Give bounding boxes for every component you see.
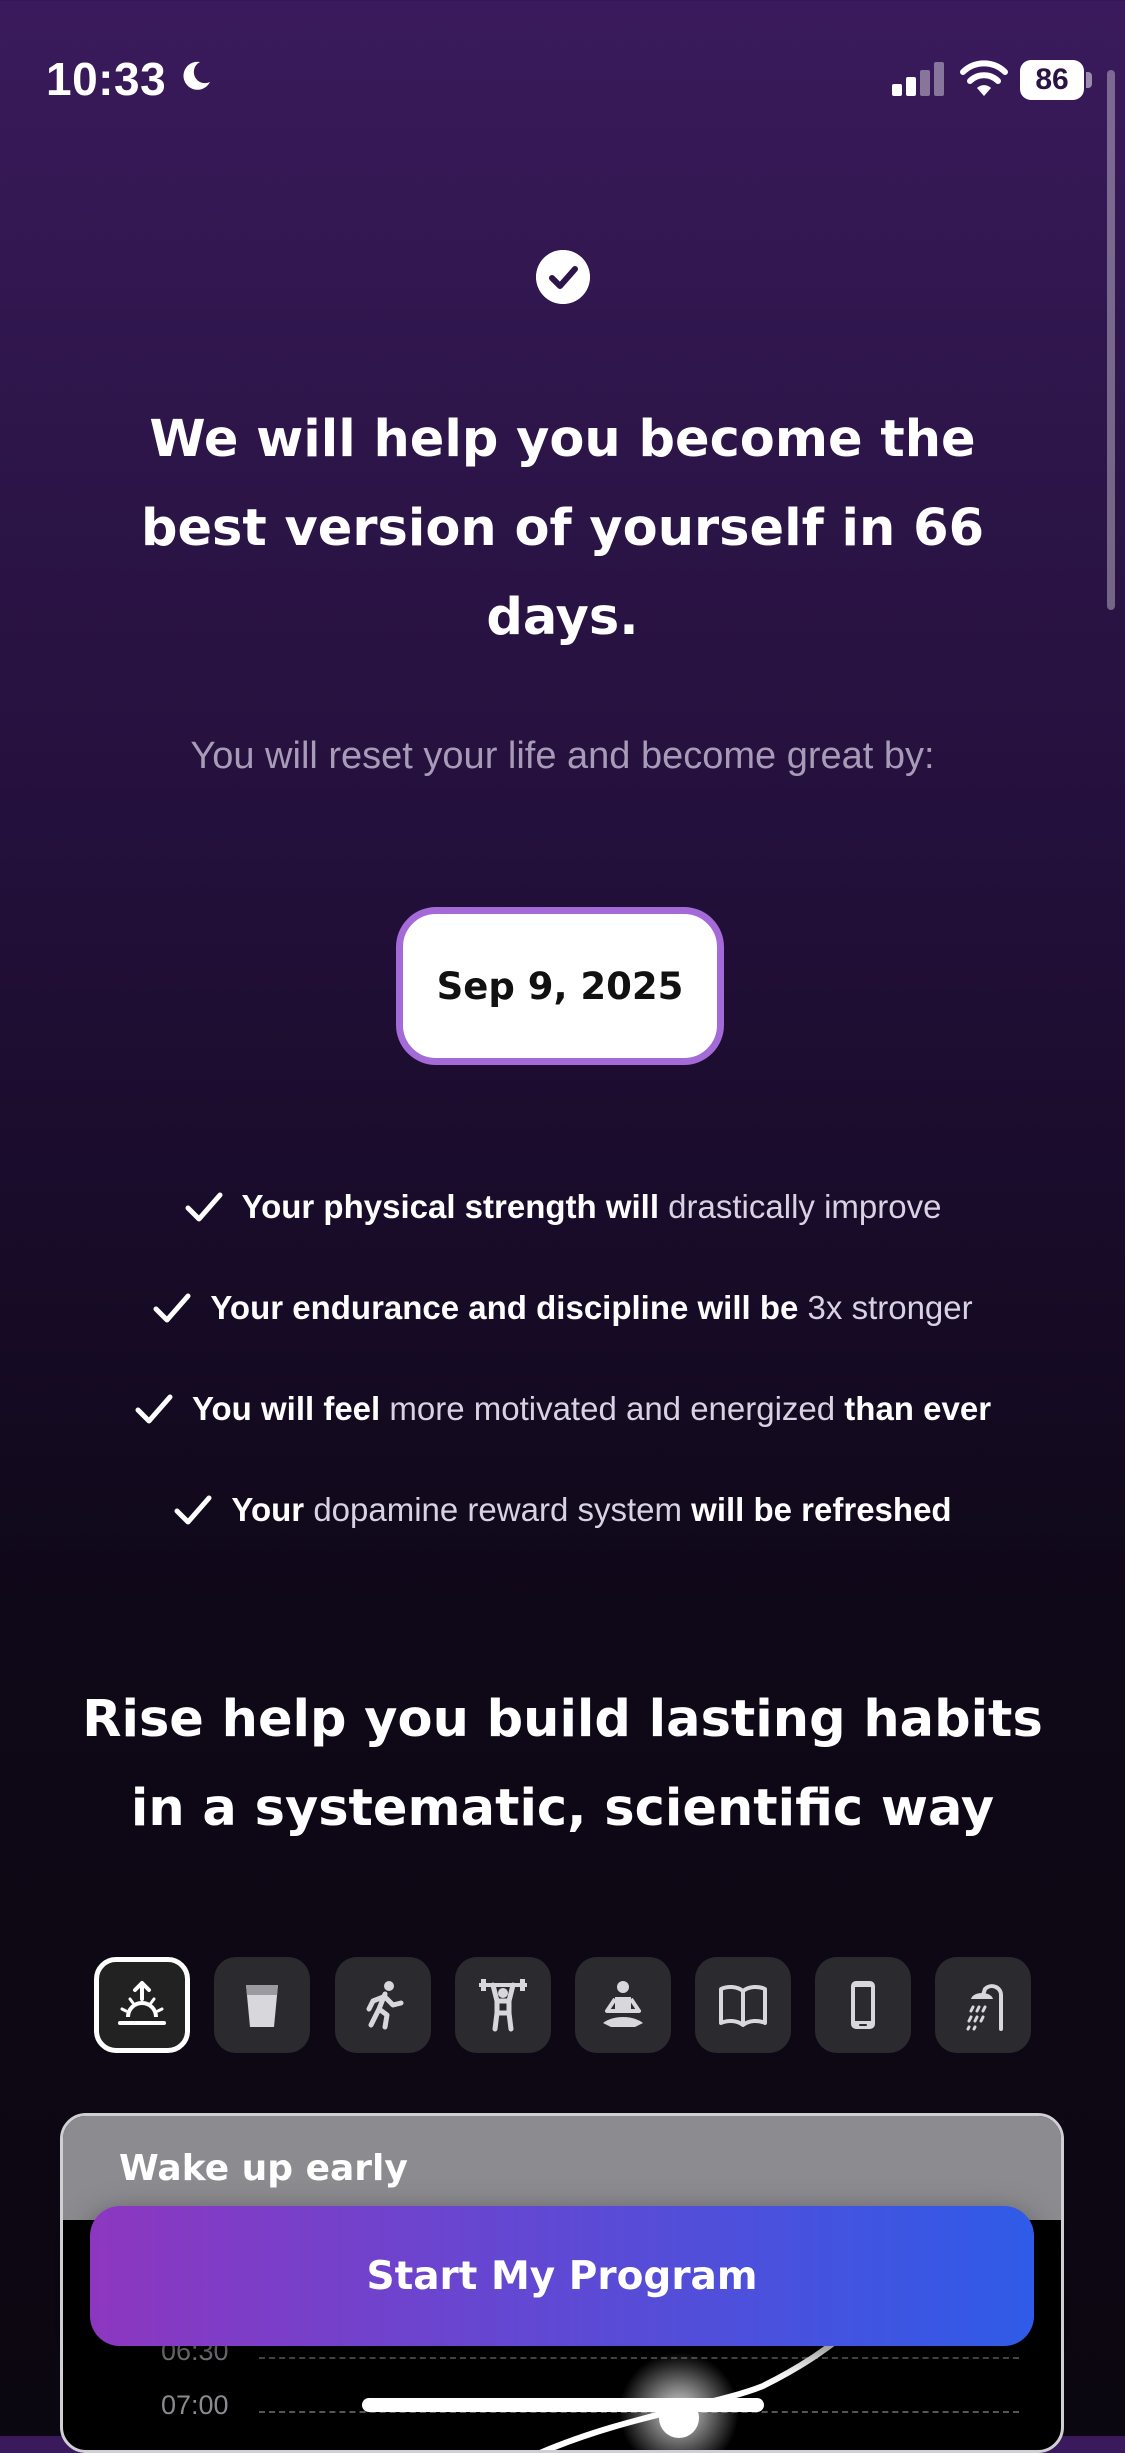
benefit-item: Your dopamine reward system will be refr… — [0, 1491, 1125, 1529]
cellular-signal-icon — [892, 62, 944, 96]
battery-level: 86 — [1035, 63, 1069, 96]
habit-tab-strength[interactable] — [455, 1957, 551, 2053]
benefit-text-light: drastically improve — [659, 1188, 942, 1225]
benefit-text-bold: Your — [231, 1491, 305, 1528]
battery-icon: 86 — [1020, 60, 1092, 100]
checkmark-icon — [185, 1192, 223, 1222]
home-indicator — [362, 2398, 764, 2412]
headline-line: best version of yourself in 66 — [140, 499, 985, 558]
checkmark-icon — [153, 1293, 191, 1323]
benefit-text-bold: will be refreshed — [681, 1491, 952, 1528]
wifi-icon — [960, 60, 1008, 96]
benefit-text-bold: than ever — [835, 1390, 992, 1427]
benefit-text-light: more motivated and energized — [380, 1390, 836, 1427]
page-headline: We will help you become the best version… — [110, 395, 1015, 662]
benefit-item: Your physical strength will drastically … — [0, 1188, 1125, 1226]
checkmark-icon — [174, 1495, 212, 1525]
benefit-text-light: 3x stronger — [798, 1289, 973, 1326]
headline-line: days. — [486, 588, 639, 647]
habit-tab-running[interactable] — [335, 1957, 431, 2053]
status-time: 10:33 — [46, 53, 167, 105]
habit-tab-reading[interactable] — [695, 1957, 791, 2053]
book-icon — [719, 1984, 767, 2027]
benefit-text-bold: You will feel — [191, 1390, 381, 1427]
section-title: Rise help you build lasting habits in a … — [60, 1675, 1065, 1853]
phone-icon — [851, 1981, 875, 2029]
water-glass-icon — [246, 1985, 278, 2027]
scrollbar[interactable] — [1107, 70, 1115, 610]
moon-icon — [183, 61, 210, 90]
benefit-item: You will feel more motivated and energiz… — [0, 1390, 1125, 1428]
habit-tab-water[interactable] — [214, 1957, 310, 2053]
checkmark-icon — [135, 1394, 173, 1424]
benefit-text-bold: Your physical strength will — [241, 1188, 660, 1225]
shower-icon — [966, 1984, 1003, 2031]
benefit-item: Your endurance and discipline will be 3x… — [0, 1289, 1125, 1327]
benefit-text-light: dopamine reward system — [304, 1491, 682, 1528]
weightlifting-icon — [479, 1979, 527, 2032]
section-title-line: in a systematic, scientific way — [130, 1779, 995, 1838]
check-circle-icon — [536, 250, 590, 304]
headline-line: We will help you become the — [149, 410, 976, 469]
sunrise-icon — [118, 1981, 166, 2025]
habit-tab-cold-shower[interactable] — [935, 1957, 1031, 2053]
habit-tab-sunrise[interactable] — [94, 1957, 190, 2053]
habit-tab-meditation[interactable] — [575, 1957, 671, 2053]
page-subhead: You will reset your life and become grea… — [190, 735, 935, 777]
meditation-icon — [603, 1981, 643, 2027]
benefit-text-bold: Your endurance and discipline will be — [210, 1289, 799, 1326]
target-date-badge: Sep 9, 2025 — [396, 907, 724, 1065]
habit-tab-screen-time[interactable] — [815, 1957, 911, 2053]
start-program-button[interactable]: Start My Program — [90, 2206, 1034, 2346]
section-title-line: Rise help you build lasting habits — [82, 1690, 1043, 1749]
running-icon — [366, 1981, 404, 2030]
